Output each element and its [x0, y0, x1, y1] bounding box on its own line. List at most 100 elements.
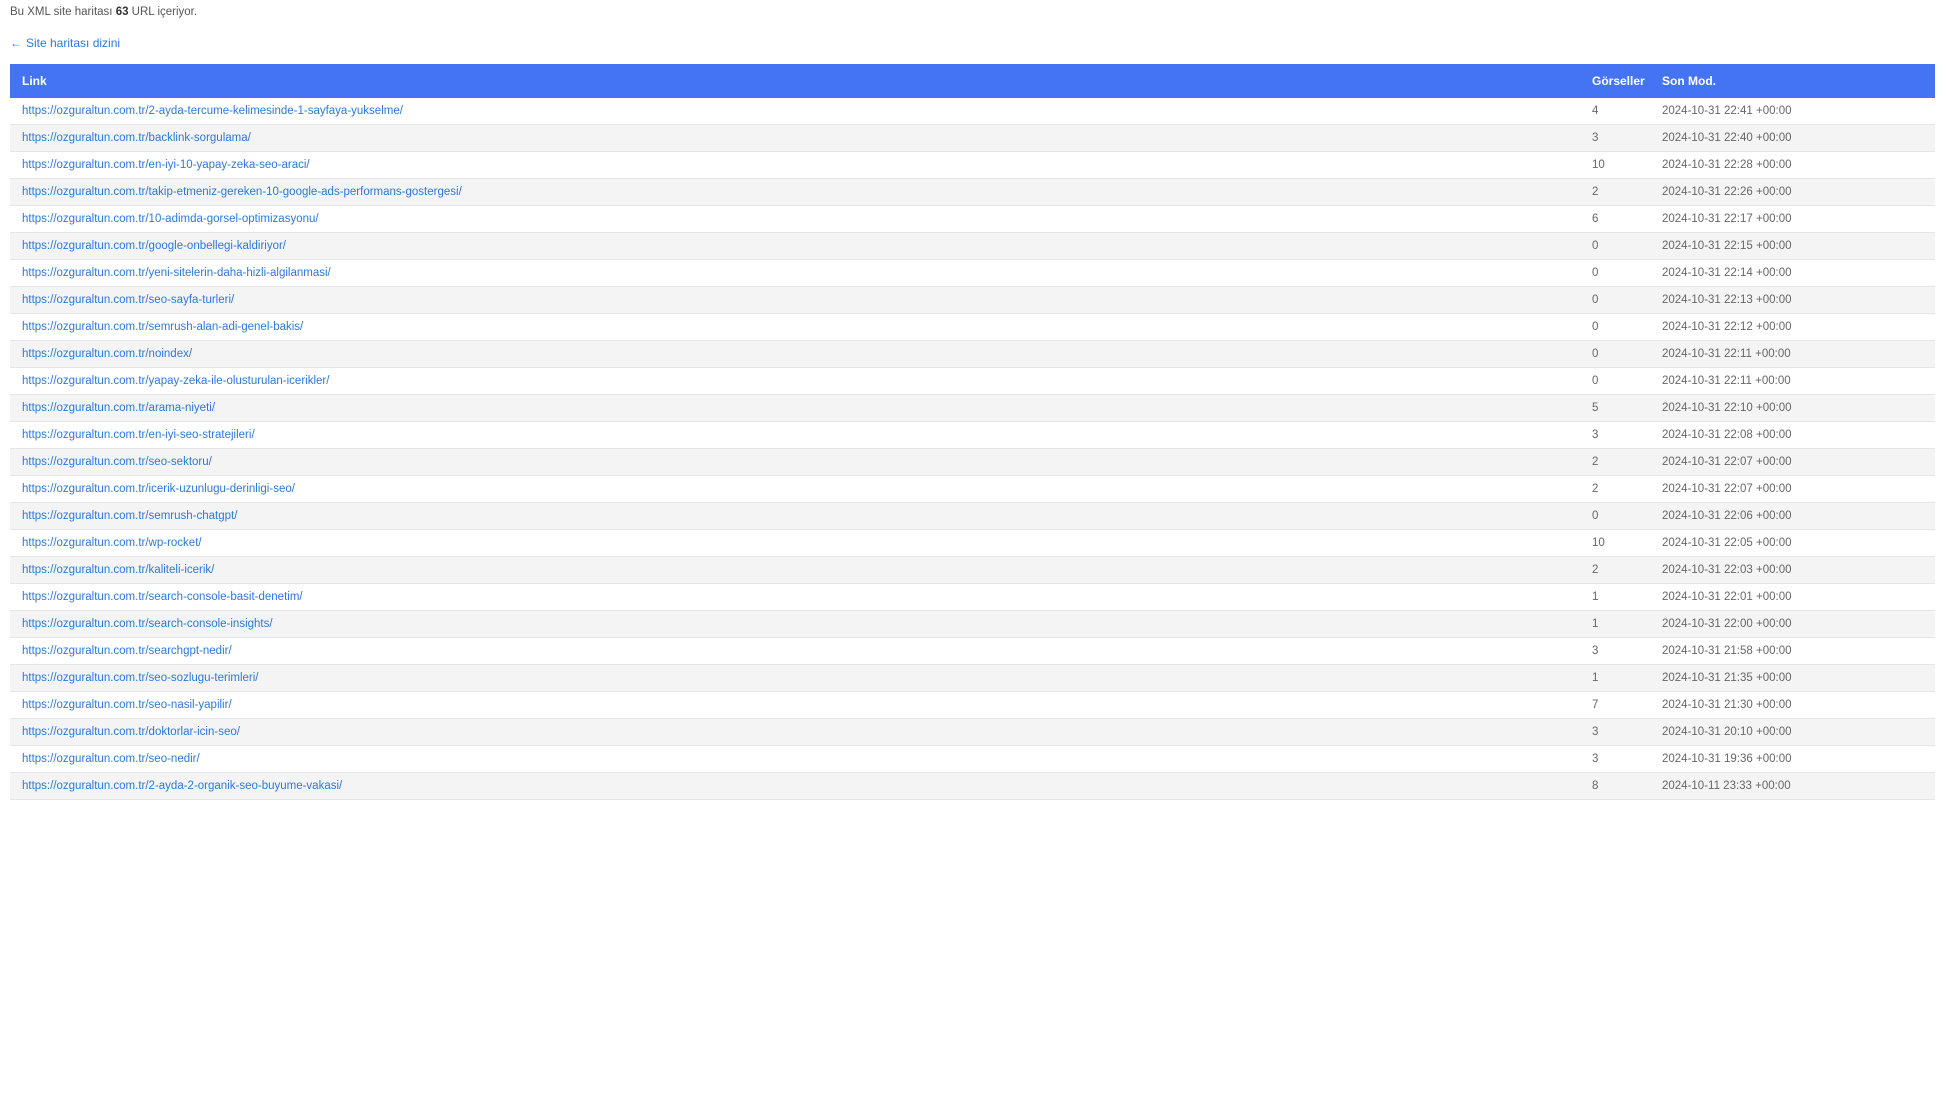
sitemap-url-link[interactable]: https://ozguraltun.com.tr/takip-etmeniz-… — [22, 186, 462, 198]
cell-link: https://ozguraltun.com.tr/icerik-uzunlug… — [10, 476, 1580, 503]
sitemap-url-link[interactable]: https://ozguraltun.com.tr/searchgpt-nedi… — [22, 645, 232, 657]
sitemap-url-link[interactable]: https://ozguraltun.com.tr/backlink-sorgu… — [22, 132, 251, 144]
cell-images: 10 — [1580, 152, 1650, 179]
cell-link: https://ozguraltun.com.tr/takip-etmeniz-… — [10, 179, 1580, 206]
sitemap-summary: Bu XML site haritası 63 URL içeriyor. — [10, 6, 1935, 18]
cell-lastmod: 2024-10-31 22:41 +00:00 — [1650, 98, 1935, 125]
cell-images: 5 — [1580, 395, 1650, 422]
cell-lastmod: 2024-10-31 19:36 +00:00 — [1650, 746, 1935, 773]
cell-link: https://ozguraltun.com.tr/arama-niyeti/ — [10, 395, 1580, 422]
cell-lastmod: 2024-10-31 22:15 +00:00 — [1650, 233, 1935, 260]
cell-link: https://ozguraltun.com.tr/search-console… — [10, 611, 1580, 638]
cell-images: 3 — [1580, 746, 1650, 773]
sitemap-url-link[interactable]: https://ozguraltun.com.tr/wp-rocket/ — [22, 537, 202, 549]
sitemap-url-link[interactable]: https://ozguraltun.com.tr/2-ayda-2-organ… — [22, 780, 342, 792]
cell-images: 10 — [1580, 530, 1650, 557]
table-row: https://ozguraltun.com.tr/semrush-alan-a… — [10, 314, 1935, 341]
cell-lastmod: 2024-10-31 22:10 +00:00 — [1650, 395, 1935, 422]
back-to-index-link[interactable]: ← Site haritası dizini — [10, 36, 120, 50]
cell-lastmod: 2024-10-31 20:10 +00:00 — [1650, 719, 1935, 746]
cell-link: https://ozguraltun.com.tr/yeni-sitelerin… — [10, 260, 1580, 287]
cell-link: https://ozguraltun.com.tr/backlink-sorgu… — [10, 125, 1580, 152]
cell-images: 3 — [1580, 125, 1650, 152]
sitemap-url-link[interactable]: https://ozguraltun.com.tr/10-adimda-gors… — [22, 213, 319, 225]
cell-images: 0 — [1580, 233, 1650, 260]
cell-link: https://ozguraltun.com.tr/search-console… — [10, 584, 1580, 611]
table-row: https://ozguraltun.com.tr/seo-sektoru/22… — [10, 449, 1935, 476]
cell-lastmod: 2024-10-31 22:40 +00:00 — [1650, 125, 1935, 152]
table-row: https://ozguraltun.com.tr/backlink-sorgu… — [10, 125, 1935, 152]
cell-lastmod: 2024-10-31 22:01 +00:00 — [1650, 584, 1935, 611]
sitemap-url-link[interactable]: https://ozguraltun.com.tr/seo-sozlugu-te… — [22, 672, 258, 684]
cell-link: https://ozguraltun.com.tr/2-ayda-tercume… — [10, 98, 1580, 125]
sitemap-url-link[interactable]: https://ozguraltun.com.tr/kaliteli-iceri… — [22, 564, 214, 576]
table-row: https://ozguraltun.com.tr/10-adimda-gors… — [10, 206, 1935, 233]
sitemap-url-link[interactable]: https://ozguraltun.com.tr/semrush-chatgp… — [22, 510, 237, 522]
cell-lastmod: 2024-10-31 22:12 +00:00 — [1650, 314, 1935, 341]
cell-link: https://ozguraltun.com.tr/yapay-zeka-ile… — [10, 368, 1580, 395]
table-header-row: Link Görseller Son Mod. — [10, 64, 1935, 98]
table-row: https://ozguraltun.com.tr/2-ayda-2-organ… — [10, 773, 1935, 800]
cell-lastmod: 2024-10-11 23:33 +00:00 — [1650, 773, 1935, 800]
cell-link: https://ozguraltun.com.tr/semrush-alan-a… — [10, 314, 1580, 341]
sitemap-url-link[interactable]: https://ozguraltun.com.tr/icerik-uzunlug… — [22, 483, 295, 495]
cell-images: 2 — [1580, 179, 1650, 206]
table-row: https://ozguraltun.com.tr/en-iyi-10-yapa… — [10, 152, 1935, 179]
sitemap-url-link[interactable]: https://ozguraltun.com.tr/google-onbelle… — [22, 240, 286, 252]
cell-images: 7 — [1580, 692, 1650, 719]
cell-images: 6 — [1580, 206, 1650, 233]
column-header-images[interactable]: Görseller — [1580, 64, 1650, 98]
cell-images: 0 — [1580, 503, 1650, 530]
summary-count: 63 — [116, 6, 129, 18]
cell-link: https://ozguraltun.com.tr/seo-sektoru/ — [10, 449, 1580, 476]
table-row: https://ozguraltun.com.tr/seo-nedir/3202… — [10, 746, 1935, 773]
sitemap-url-link[interactable]: https://ozguraltun.com.tr/search-console… — [22, 618, 273, 630]
cell-lastmod: 2024-10-31 22:28 +00:00 — [1650, 152, 1935, 179]
column-header-link[interactable]: Link — [10, 64, 1580, 98]
sitemap-url-link[interactable]: https://ozguraltun.com.tr/seo-nedir/ — [22, 753, 200, 765]
sitemap-url-link[interactable]: https://ozguraltun.com.tr/seo-sektoru/ — [22, 456, 212, 468]
table-row: https://ozguraltun.com.tr/kaliteli-iceri… — [10, 557, 1935, 584]
sitemap-url-link[interactable]: https://ozguraltun.com.tr/seo-nasil-yapi… — [22, 699, 232, 711]
cell-lastmod: 2024-10-31 22:11 +00:00 — [1650, 341, 1935, 368]
sitemap-url-link[interactable]: https://ozguraltun.com.tr/yapay-zeka-ile… — [22, 375, 329, 387]
back-to-index-label: Site haritası dizini — [26, 36, 120, 50]
cell-images: 2 — [1580, 557, 1650, 584]
arrow-left-icon: ← — [10, 36, 22, 50]
cell-images: 1 — [1580, 665, 1650, 692]
cell-lastmod: 2024-10-31 22:05 +00:00 — [1650, 530, 1935, 557]
table-row: https://ozguraltun.com.tr/searchgpt-nedi… — [10, 638, 1935, 665]
table-row: https://ozguraltun.com.tr/en-iyi-seo-str… — [10, 422, 1935, 449]
cell-link: https://ozguraltun.com.tr/2-ayda-2-organ… — [10, 773, 1580, 800]
cell-lastmod: 2024-10-31 22:08 +00:00 — [1650, 422, 1935, 449]
sitemap-url-link[interactable]: https://ozguraltun.com.tr/en-iyi-seo-str… — [22, 429, 255, 441]
table-row: https://ozguraltun.com.tr/icerik-uzunlug… — [10, 476, 1935, 503]
cell-link: https://ozguraltun.com.tr/seo-nasil-yapi… — [10, 692, 1580, 719]
sitemap-page: Bu XML site haritası 63 URL içeriyor. ← S… — [0, 0, 1945, 800]
table-row: https://ozguraltun.com.tr/wp-rocket/1020… — [10, 530, 1935, 557]
cell-link: https://ozguraltun.com.tr/kaliteli-iceri… — [10, 557, 1580, 584]
cell-lastmod: 2024-10-31 21:35 +00:00 — [1650, 665, 1935, 692]
summary-suffix: URL içeriyor. — [128, 6, 197, 18]
sitemap-url-link[interactable]: https://ozguraltun.com.tr/semrush-alan-a… — [22, 321, 303, 333]
sitemap-url-link[interactable]: https://ozguraltun.com.tr/search-console… — [22, 591, 303, 603]
sitemap-url-link[interactable]: https://ozguraltun.com.tr/en-iyi-10-yapa… — [22, 159, 310, 171]
sitemap-url-link[interactable]: https://ozguraltun.com.tr/doktorlar-icin… — [22, 726, 240, 738]
cell-images: 1 — [1580, 584, 1650, 611]
table-row: https://ozguraltun.com.tr/arama-niyeti/5… — [10, 395, 1935, 422]
cell-lastmod: 2024-10-31 22:17 +00:00 — [1650, 206, 1935, 233]
cell-link: https://ozguraltun.com.tr/seo-sayfa-turl… — [10, 287, 1580, 314]
sitemap-url-link[interactable]: https://ozguraltun.com.tr/2-ayda-tercume… — [22, 105, 403, 117]
cell-images: 0 — [1580, 314, 1650, 341]
sitemap-url-link[interactable]: https://ozguraltun.com.tr/yeni-sitelerin… — [22, 267, 331, 279]
cell-lastmod: 2024-10-31 22:00 +00:00 — [1650, 611, 1935, 638]
cell-link: https://ozguraltun.com.tr/wp-rocket/ — [10, 530, 1580, 557]
sitemap-url-link[interactable]: https://ozguraltun.com.tr/seo-sayfa-turl… — [22, 294, 234, 306]
sitemap-url-link[interactable]: https://ozguraltun.com.tr/arama-niyeti/ — [22, 402, 215, 414]
cell-link: https://ozguraltun.com.tr/seo-nedir/ — [10, 746, 1580, 773]
column-header-lastmod[interactable]: Son Mod. — [1650, 64, 1935, 98]
sitemap-url-link[interactable]: https://ozguraltun.com.tr/noindex/ — [22, 348, 192, 360]
cell-lastmod: 2024-10-31 22:26 +00:00 — [1650, 179, 1935, 206]
cell-link: https://ozguraltun.com.tr/searchgpt-nedi… — [10, 638, 1580, 665]
table-row: https://ozguraltun.com.tr/yeni-sitelerin… — [10, 260, 1935, 287]
